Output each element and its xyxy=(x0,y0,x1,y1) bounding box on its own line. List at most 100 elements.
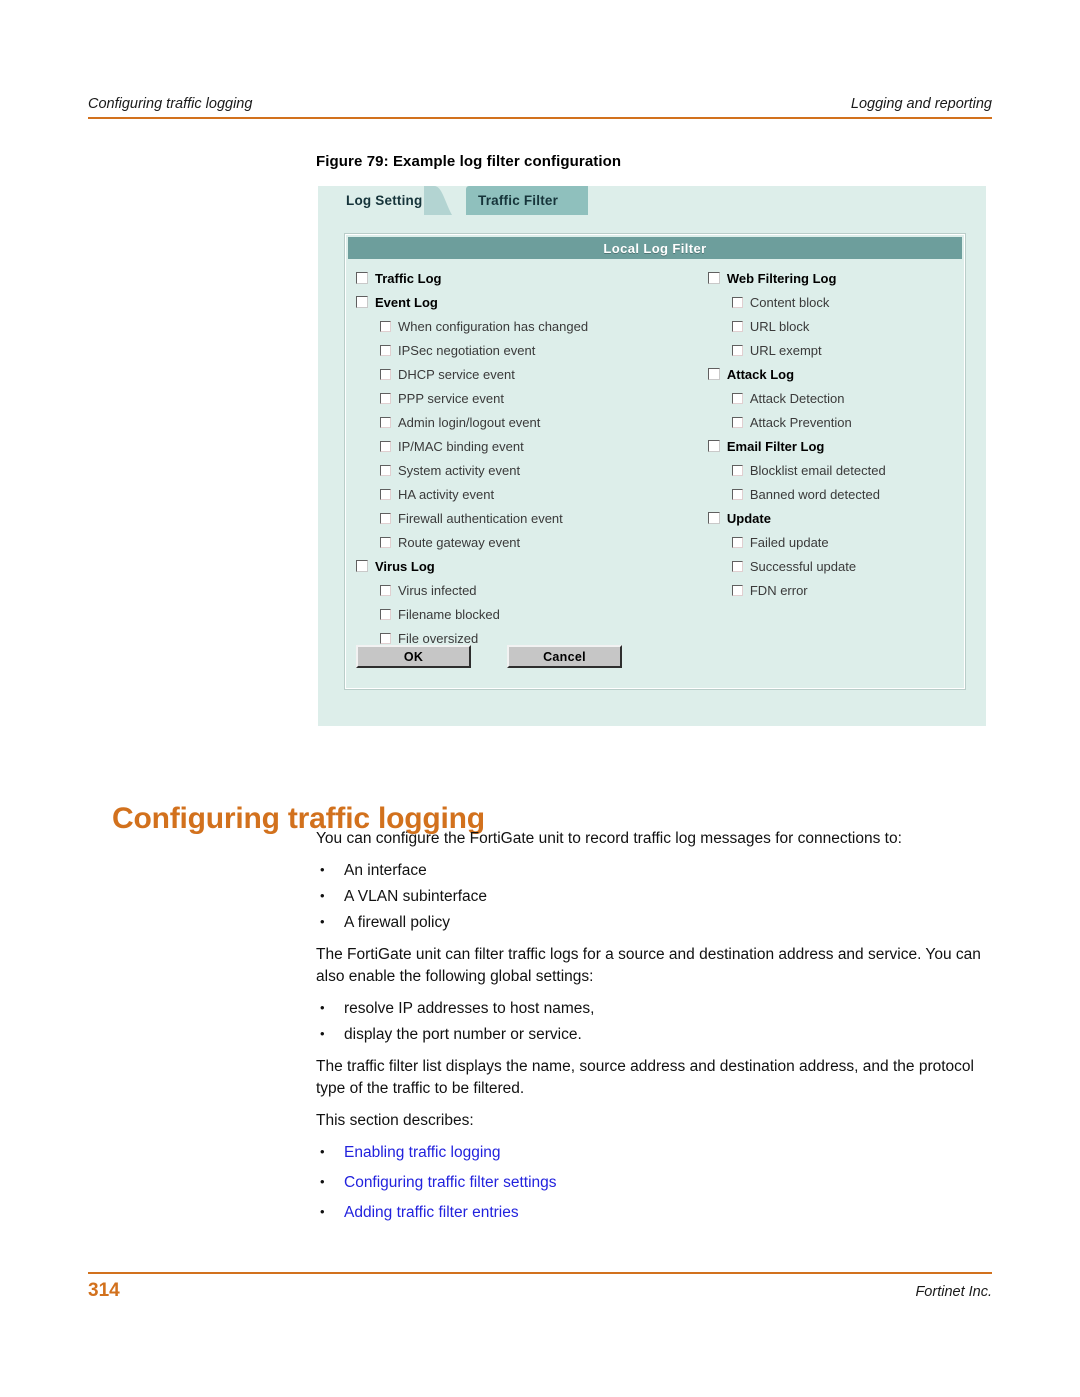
page-running-header: Configuring traffic logging Logging and … xyxy=(88,96,992,119)
local-log-filter-panel: Local Log Filter Traffic Log Event Log Whe… xyxy=(345,234,965,689)
checkbox-label: URL block xyxy=(749,318,810,334)
checkbox-label: URL exempt xyxy=(749,342,822,358)
checkbox-icon[interactable] xyxy=(731,536,743,548)
checkbox-label: Successful update xyxy=(749,558,857,574)
cancel-button[interactable]: Cancel xyxy=(507,645,622,668)
checkbox-icon[interactable] xyxy=(380,320,391,332)
checkbox-row-admin-login-logout-event[interactable]: Admin login/logout event xyxy=(356,410,700,434)
checkbox-label: Route gateway event xyxy=(398,534,521,550)
checkbox-row-banned-word-detected[interactable]: Banned word detected xyxy=(708,482,964,506)
checkbox-row-firewall-authentication-event[interactable]: Firewall authentication event xyxy=(356,506,700,530)
checkbox-icon[interactable] xyxy=(380,608,391,620)
checkbox-label: Filename blocked xyxy=(398,606,500,622)
checkbox-row-url-exempt[interactable]: URL exempt xyxy=(708,338,964,362)
checkbox-row-ha-activity-event[interactable]: HA activity event xyxy=(356,482,700,506)
checkbox-row-when-configuration-has-changed[interactable]: When configuration has changed xyxy=(356,314,700,338)
checkbox-label: Traffic Log xyxy=(375,270,442,286)
describes-label: This section describes: xyxy=(316,1112,474,1129)
checkbox-icon[interactable] xyxy=(380,512,391,524)
checkbox-icon[interactable] xyxy=(731,320,743,332)
checkbox-icon[interactable] xyxy=(707,272,720,284)
checkbox-label: Failed update xyxy=(749,534,829,550)
filter-paragraph: The FortiGate unit can filter traffic lo… xyxy=(316,946,981,985)
checkbox-icon[interactable] xyxy=(380,464,391,476)
checkbox-row-web-filtering-log[interactable]: Web Filtering Log xyxy=(707,266,964,290)
checkbox-row-update[interactable]: Update xyxy=(707,506,964,530)
checkbox-label: Event Log xyxy=(375,294,438,310)
body-content: You can configure the FortiGate unit to … xyxy=(316,828,988,1234)
checkbox-row-failed-update[interactable]: Failed update xyxy=(708,530,964,554)
tab-traffic-filter[interactable]: Traffic Filter xyxy=(466,186,589,215)
checkbox-row-event-log[interactable]: Event Log xyxy=(356,290,700,314)
checkbox-row-filename-blocked[interactable]: Filename blocked xyxy=(356,602,700,626)
checkbox-label: Attack Log xyxy=(726,366,795,382)
checkbox-icon[interactable] xyxy=(731,464,743,476)
checkbox-icon[interactable] xyxy=(356,560,368,572)
checkbox-row-blocklist-email-detected[interactable]: Blocklist email detected xyxy=(708,458,964,482)
header-left-text: Configuring traffic logging xyxy=(88,96,253,112)
ok-button[interactable]: OK xyxy=(356,645,471,668)
checkbox-row-ip-mac-binding-event[interactable]: IP/MAC binding event xyxy=(356,434,700,458)
checkbox-row-attack-log[interactable]: Attack Log xyxy=(707,362,964,386)
bullet-item: A firewall policy xyxy=(316,911,988,934)
checkbox-icon[interactable] xyxy=(731,584,743,596)
checkbox-row-virus-infected[interactable]: Virus infected xyxy=(356,578,700,602)
checkbox-label: Web Filtering Log xyxy=(726,270,837,286)
checkbox-icon[interactable] xyxy=(380,488,391,500)
section-link-item[interactable]: Adding traffic filter entries xyxy=(316,1201,988,1224)
tab-log-setting[interactable]: Log Setting xyxy=(334,186,453,215)
checkbox-label: IP/MAC binding event xyxy=(398,438,524,454)
checkbox-label: FDN error xyxy=(749,582,808,598)
checkbox-icon[interactable] xyxy=(731,560,743,572)
checkbox-label: IPSec negotiation event xyxy=(398,342,536,358)
checkbox-row-traffic-log[interactable]: Traffic Log xyxy=(356,266,700,290)
right-checkbox-column: Web Filtering Log Content block URL block U… xyxy=(700,266,964,650)
checkbox-icon[interactable] xyxy=(380,440,391,452)
checkbox-row-route-gateway-event[interactable]: Route gateway event xyxy=(356,530,700,554)
checkbox-icon[interactable] xyxy=(380,584,391,596)
checkbox-icon[interactable] xyxy=(731,296,743,308)
checkbox-icon[interactable] xyxy=(380,392,391,404)
checkbox-icon[interactable] xyxy=(380,368,391,380)
checkbox-row-successful-update[interactable]: Successful update xyxy=(708,554,964,578)
checkbox-row-dhcp-service-event[interactable]: DHCP service event xyxy=(356,362,700,386)
checkbox-row-ipsec-negotiation-event[interactable]: IPSec negotiation event xyxy=(356,338,700,362)
checkbox-icon[interactable] xyxy=(380,632,391,644)
bullet-item: resolve IP addresses to host names, xyxy=(316,997,988,1020)
checkbox-row-email-filter-log[interactable]: Email Filter Log xyxy=(707,434,964,458)
tab-bar: Log Setting Traffic Filter xyxy=(334,186,986,215)
checkbox-row-content-block[interactable]: Content block xyxy=(708,290,964,314)
checkbox-label: Banned word detected xyxy=(749,486,880,502)
checkbox-icon[interactable] xyxy=(731,392,743,404)
checkbox-row-attack-prevention[interactable]: Attack Prevention xyxy=(708,410,964,434)
checkbox-icon[interactable] xyxy=(356,296,368,308)
checkbox-icon[interactable] xyxy=(380,536,391,548)
checkbox-row-system-activity-event[interactable]: System activity event xyxy=(356,458,700,482)
checkbox-icon[interactable] xyxy=(731,488,743,500)
checkbox-row-attack-detection[interactable]: Attack Detection xyxy=(708,386,964,410)
checkbox-row-ppp-service-event[interactable]: PPP service event xyxy=(356,386,700,410)
checkbox-label: Virus infected xyxy=(398,582,477,598)
checkbox-icon[interactable] xyxy=(707,368,720,380)
checkbox-label: Email Filter Log xyxy=(726,438,825,454)
checkbox-icon[interactable] xyxy=(356,272,368,284)
checkbox-row-fdn-error[interactable]: FDN error xyxy=(708,578,964,602)
tab-shape-icon xyxy=(560,186,589,215)
checkbox-row-virus-log[interactable]: Virus Log xyxy=(356,554,700,578)
checkbox-icon[interactable] xyxy=(731,416,743,428)
tab-log-setting-label: Log Setting xyxy=(346,193,423,208)
checkbox-icon[interactable] xyxy=(707,512,720,524)
log-filter-screenshot-figure: Log Setting Traffic Filter Local Log Fil… xyxy=(318,186,986,726)
checkbox-label: When configuration has changed xyxy=(398,318,589,334)
checkbox-icon[interactable] xyxy=(731,344,743,356)
section-link-item[interactable]: Configuring traffic filter settings xyxy=(316,1171,988,1194)
checkbox-icon[interactable] xyxy=(707,440,720,452)
checkbox-label: Virus Log xyxy=(375,558,435,574)
checkbox-row-url-block[interactable]: URL block xyxy=(708,314,964,338)
tab-shape-icon xyxy=(424,186,453,215)
section-link-item[interactable]: Enabling traffic logging xyxy=(316,1141,988,1164)
checkbox-label: Attack Prevention xyxy=(749,414,852,430)
checkbox-icon[interactable] xyxy=(380,344,391,356)
checkbox-icon[interactable] xyxy=(380,416,391,428)
list-paragraph: The traffic filter list displays the nam… xyxy=(316,1058,974,1097)
